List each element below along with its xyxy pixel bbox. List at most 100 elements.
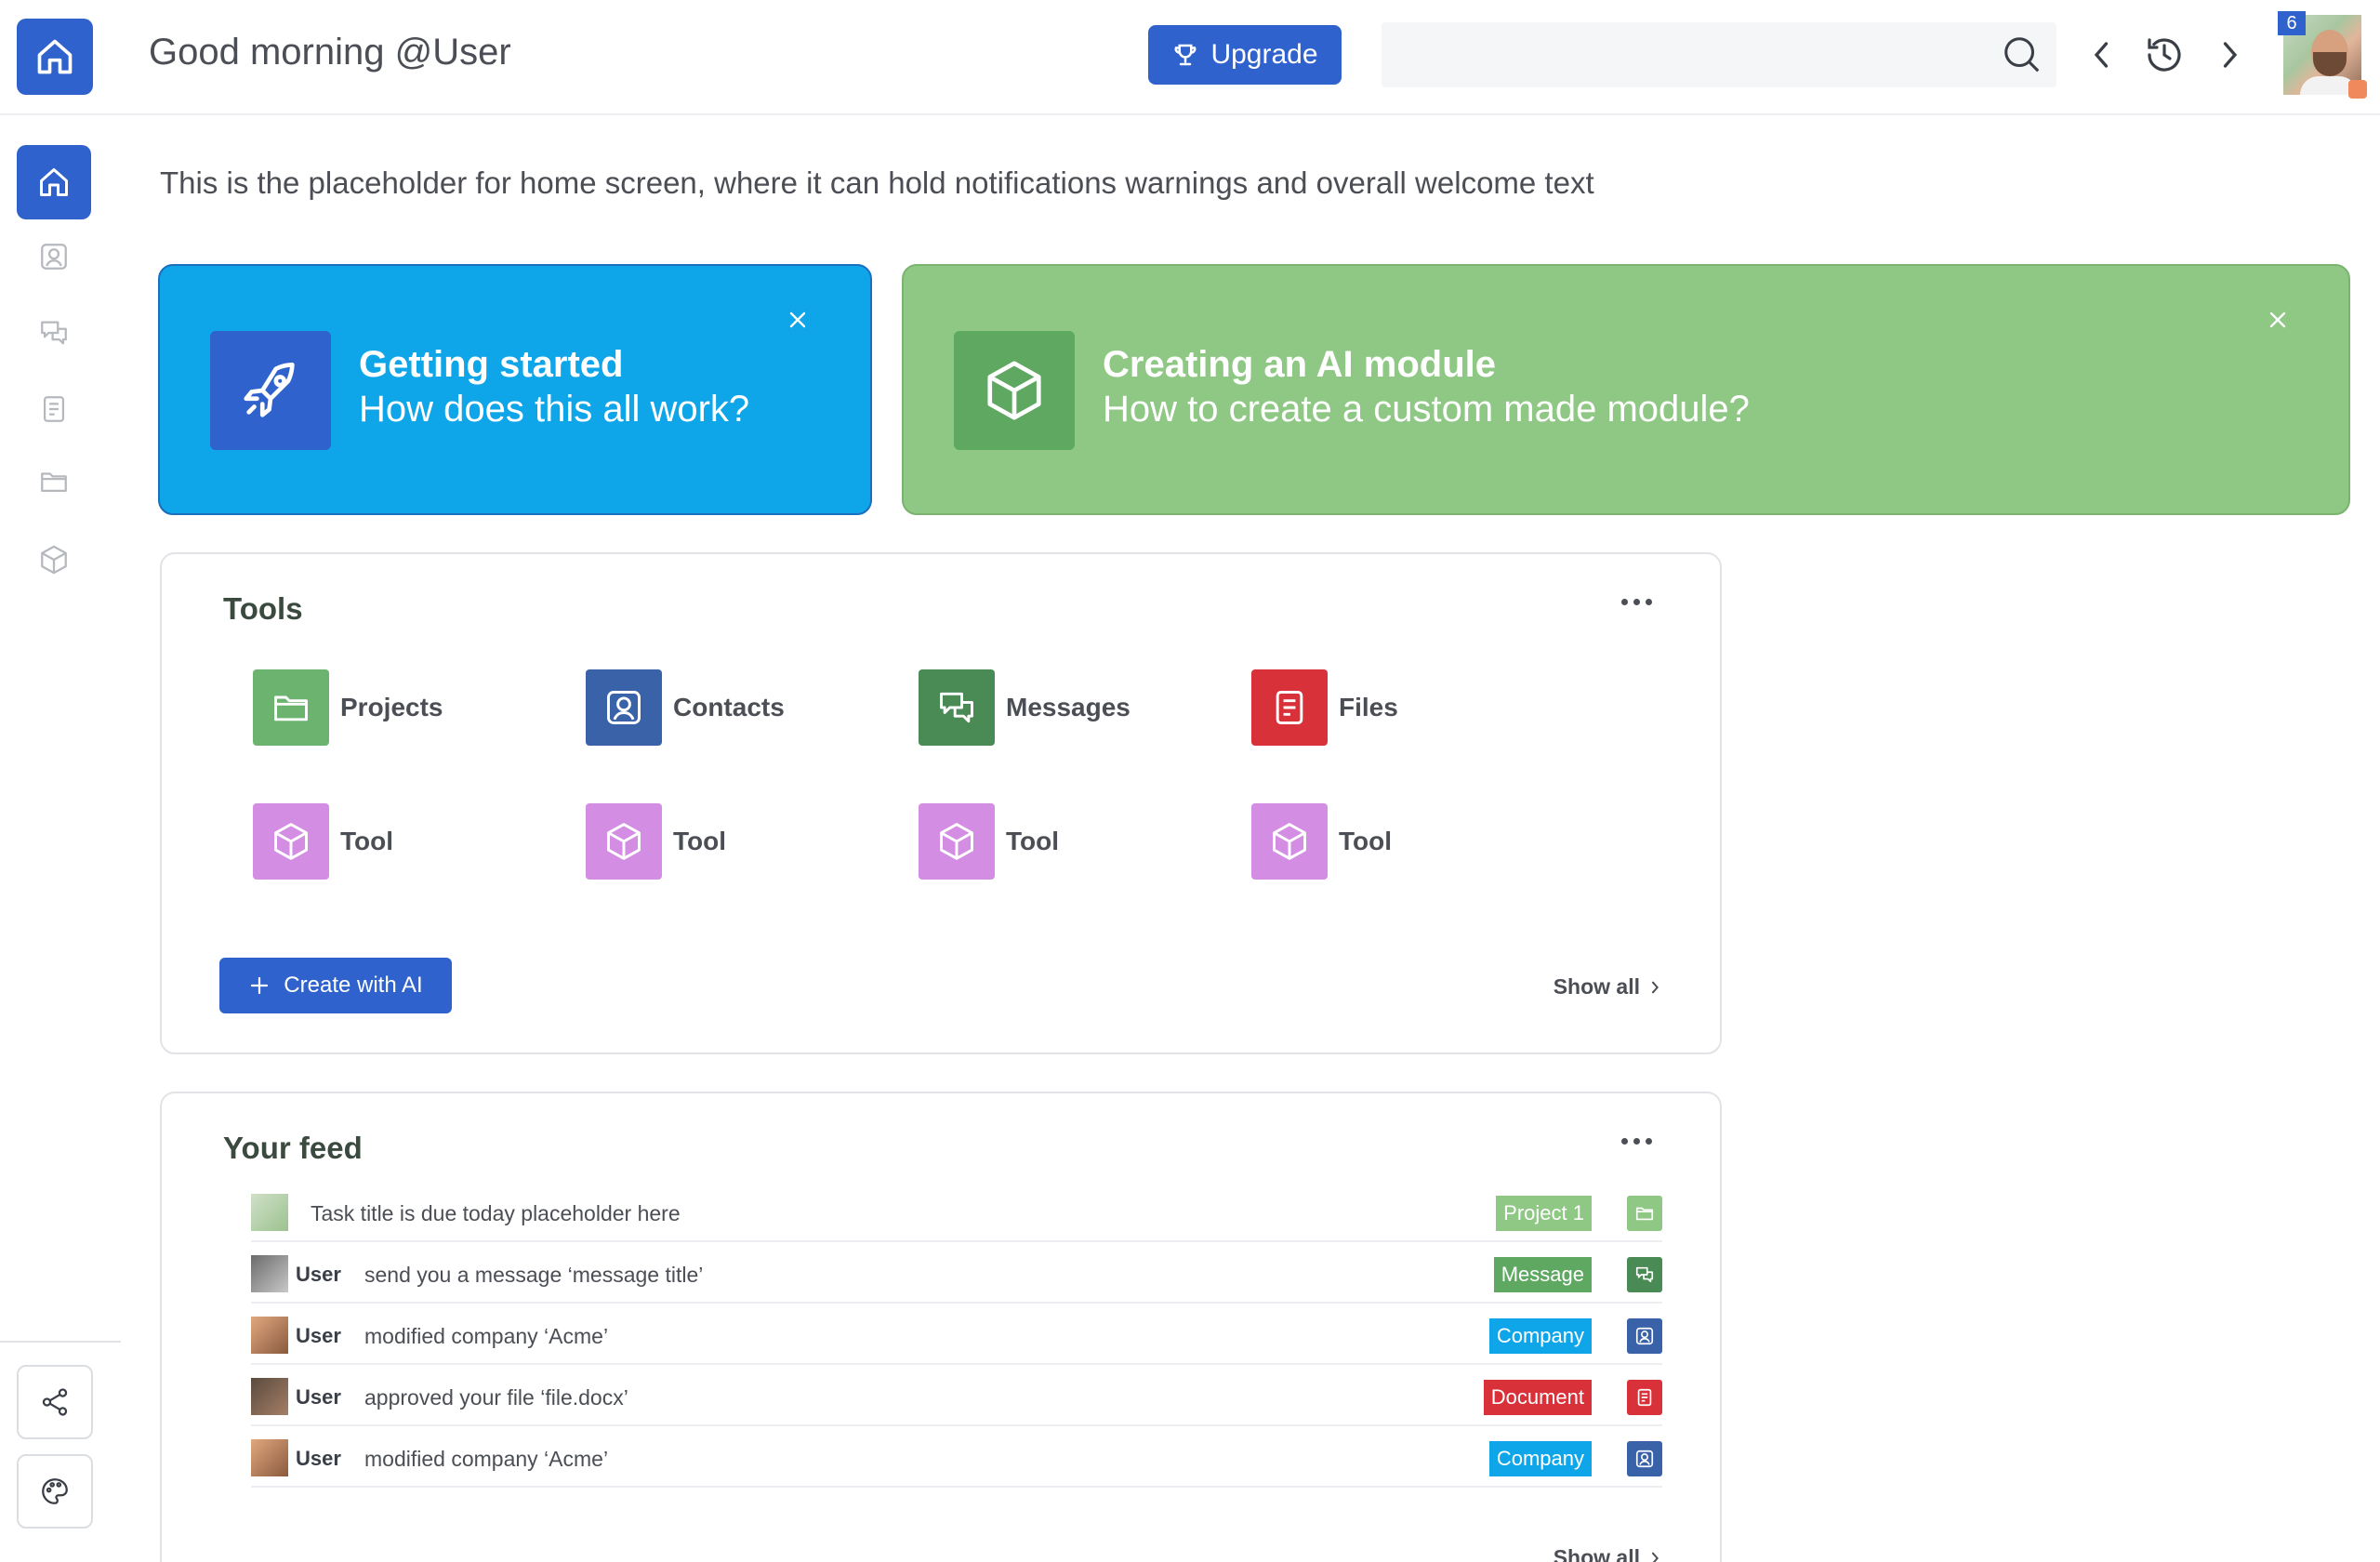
sidebar-divider (0, 1341, 121, 1343)
tool-icon-tile (253, 669, 329, 746)
cube-icon (274, 823, 308, 860)
feed-panel: Your feed Task title is due today placeh… (160, 1092, 1722, 1562)
share-button[interactable] (17, 1365, 93, 1439)
search-input[interactable] (1382, 22, 1977, 87)
feed-row[interactable]: Task title is due today placeholder here… (251, 1183, 1662, 1242)
sidebar-item-home[interactable] (17, 145, 91, 219)
feed-row[interactable]: User approved your file ‘file.docx’ Docu… (251, 1367, 1662, 1426)
sidebar-item-messages[interactable] (17, 296, 91, 370)
tools-title: Tools (223, 591, 303, 626)
feed-tag[interactable]: Project 1 (1496, 1196, 1592, 1231)
feed-tag[interactable]: Document (1483, 1380, 1592, 1415)
tool-label: Tool (1006, 827, 1060, 855)
sidebar-item-modules[interactable] (17, 523, 91, 597)
tool-generic[interactable]: Tool (1251, 803, 1392, 880)
card-icon-tile (210, 331, 331, 450)
notification-badge: 6 (2278, 11, 2306, 35)
cube-icon (987, 361, 1041, 420)
contact-icon (1635, 1327, 1654, 1345)
more-options-icon[interactable] (1621, 599, 1659, 610)
feed-text: modified company ‘Acme’ (364, 1324, 609, 1348)
card-subtitle: How to create a custom made module? (1103, 389, 1750, 430)
sidebar-item-projects[interactable] (17, 444, 91, 519)
tools-panel: Tools Projects Contacts Messages Files T… (160, 552, 1722, 1054)
tool-label: Tool (340, 827, 394, 855)
tool-icon-tile (1251, 803, 1328, 880)
tool-icon-tile (586, 803, 662, 880)
feed-user[interactable]: User (296, 1263, 341, 1287)
home-logo-button[interactable] (17, 19, 93, 95)
cube-icon (607, 823, 641, 860)
feed-user[interactable]: User (296, 1447, 341, 1471)
tools-show-all-link[interactable]: Show all (1554, 974, 1662, 999)
card-icon-tile (954, 331, 1075, 450)
chevron-right-icon[interactable] (2213, 35, 2246, 74)
feed-type-tile (1627, 1441, 1662, 1476)
feed-row[interactable]: User modified company ‘Acme’ Company (251, 1428, 1662, 1488)
feed-tag[interactable]: Message (1493, 1257, 1592, 1292)
welcome-text: This is the placeholder for home screen,… (160, 165, 1594, 200)
feed-text: approved your file ‘file.docx’ (364, 1385, 628, 1410)
avatar (251, 1378, 288, 1415)
tool-generic[interactable]: Tool (586, 803, 726, 880)
avatar (251, 1255, 288, 1292)
home-icon (37, 39, 73, 74)
rocket-icon (244, 362, 295, 417)
tool-label: Tool (1339, 827, 1393, 855)
feed-type-tile (1627, 1380, 1662, 1415)
tool-generic[interactable]: Tool (253, 803, 393, 880)
palette-icon (42, 1478, 68, 1504)
feed-user[interactable]: User (296, 1324, 341, 1348)
feed-row[interactable]: User send you a message ‘message title’ … (251, 1244, 1662, 1304)
card-title: Getting started (359, 344, 624, 385)
document-icon (1276, 691, 1303, 724)
tool-icon-tile (1251, 669, 1328, 746)
card-subtitle: How does this all work? (359, 389, 750, 430)
chat-icon (41, 321, 67, 345)
close-icon[interactable] (2265, 307, 2291, 333)
folder-icon (274, 695, 308, 721)
upgrade-button[interactable]: Upgrade (1148, 25, 1342, 85)
chevron-right-icon (1652, 1552, 1659, 1562)
chevron-left-icon[interactable] (2085, 35, 2119, 74)
history-icon[interactable] (2142, 33, 2187, 77)
tool-generic[interactable]: Tool (919, 803, 1059, 880)
feed-tag[interactable]: Company (1488, 1441, 1592, 1476)
create-with-ai-label: Create with AI (284, 973, 423, 998)
show-all-label: Show all (1553, 1545, 1640, 1562)
show-all-label: Show all (1553, 974, 1640, 999)
feed-text: send you a message ‘message title’ (364, 1263, 704, 1287)
getting-started-card[interactable]: Getting started How does this all work? (158, 264, 872, 515)
ai-module-card[interactable]: Creating an AI module How to create a cu… (902, 264, 2350, 515)
user-avatar-button[interactable]: 6 (2278, 11, 2367, 99)
sidebar (0, 115, 121, 1562)
greeting-title: Good morning @User (149, 32, 511, 73)
tool-files[interactable]: Files (1251, 669, 1398, 746)
feed-type-tile (1627, 1196, 1662, 1231)
feed-title: Your feed (223, 1131, 363, 1165)
tool-icon-tile (253, 803, 329, 880)
sidebar-item-files[interactable] (17, 372, 91, 446)
feed-text: Task title is due today placeholder here (311, 1201, 681, 1225)
document-icon (1637, 1388, 1652, 1407)
share-icon (42, 1388, 68, 1416)
tool-label: Files (1339, 693, 1398, 721)
tool-projects[interactable]: Projects (253, 669, 443, 746)
sidebar-item-contacts[interactable] (17, 219, 91, 294)
tool-messages[interactable]: Messages (919, 669, 1130, 746)
feed-tag[interactable]: Company (1488, 1318, 1592, 1354)
tool-contacts[interactable]: Contacts (586, 669, 785, 746)
cube-icon (41, 545, 67, 575)
avatar (251, 1439, 288, 1476)
feed-user[interactable]: User (296, 1385, 341, 1410)
search-icon[interactable] (2001, 33, 2043, 76)
feed-row[interactable]: User modified company ‘Acme’ Company (251, 1305, 1662, 1365)
theme-button[interactable] (17, 1454, 93, 1529)
feed-text: modified company ‘Acme’ (364, 1447, 609, 1471)
feed-show-all-link[interactable]: Show all (1554, 1545, 1662, 1562)
tool-icon-tile (919, 803, 995, 880)
create-with-ai-button[interactable]: Create with AI (219, 958, 452, 1013)
close-icon[interactable] (785, 307, 811, 333)
more-options-icon[interactable] (1621, 1138, 1659, 1149)
contact-icon (41, 244, 67, 270)
